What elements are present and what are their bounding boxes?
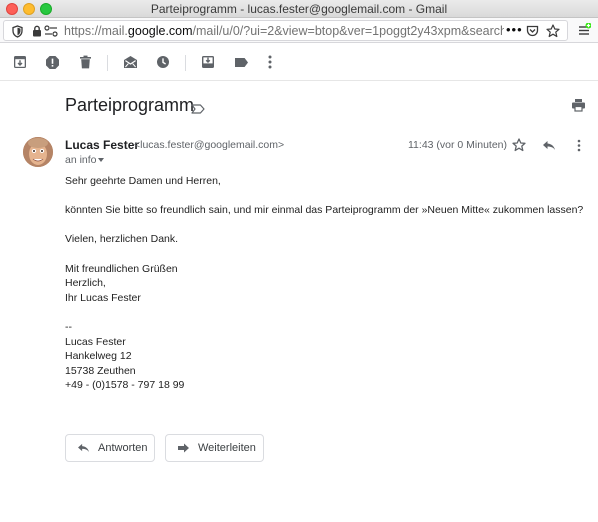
reply-icon[interactable]	[541, 137, 557, 153]
signature-line: Hankelweg 12	[65, 350, 132, 363]
reply-button[interactable]: Antworten	[65, 434, 155, 462]
archive-icon[interactable]	[11, 53, 29, 71]
body-blank-line	[65, 189, 583, 204]
body-line: Ihr Lucas Fester	[65, 291, 141, 304]
body-blank-line	[65, 218, 583, 233]
url-path: /mail/u/0/?ui=2&view=btop&ver=1poggt2y43…	[192, 24, 504, 38]
lock-icon[interactable]	[30, 24, 44, 38]
body-line: Sehr geehrte Damen und Herren,	[65, 175, 221, 187]
bookmark-star-icon[interactable]	[546, 24, 560, 38]
url-bar[interactable]: https://mail.google.com/mail/u/0/?ui=2&v…	[3, 20, 568, 41]
reply-icon	[76, 442, 90, 454]
more-options-icon[interactable]	[571, 137, 587, 153]
body-blank-line	[65, 305, 583, 320]
more-vert-icon[interactable]	[261, 53, 279, 71]
page-actions-more-icon[interactable]: •••	[506, 22, 523, 37]
sender-avatar[interactable]	[23, 137, 53, 167]
recipient-line[interactable]: an info	[65, 154, 97, 166]
message-time: 11:43 (vor 0 Minuten)	[408, 139, 508, 151]
url-prefix: https://mail.	[64, 24, 128, 38]
forward-icon	[176, 442, 190, 454]
signature-line: +49 - (0)1578 - 797 18 99	[65, 379, 185, 392]
star-icon[interactable]	[511, 137, 527, 153]
recipient-details-dropdown-icon[interactable]	[98, 158, 104, 162]
body-line: Vielen, herzlichen Dank.	[65, 233, 179, 246]
signature-line: 15738 Zeuthen	[65, 364, 136, 377]
forward-button[interactable]: Weiterleiten	[165, 434, 264, 462]
label-icon[interactable]	[232, 53, 250, 71]
pocket-icon[interactable]	[525, 24, 539, 38]
print-icon[interactable]	[571, 98, 587, 114]
body-blank-line	[65, 247, 583, 262]
importance-marker-icon[interactable]	[191, 101, 205, 114]
title-bar: Parteiprogramm - lucas.fester@googlemail…	[0, 0, 598, 18]
sender-name[interactable]: Lucas Fester	[65, 138, 139, 152]
body-line: Herzlich,	[65, 277, 106, 290]
toolbar-divider	[107, 55, 108, 71]
signature-separator: --	[65, 320, 72, 333]
forward-button-label: Weiterleiten	[198, 442, 256, 454]
browser-toolbar: https://mail.google.com/mail/u/0/?ui=2&v…	[0, 18, 598, 43]
permissions-icon[interactable]	[44, 24, 58, 38]
email-subject: Parteiprogramm	[65, 95, 195, 115]
message-body: Sehr geehrte Damen und Herren, könnten S…	[65, 174, 583, 393]
toolbar-divider	[185, 55, 186, 71]
sender-email: <lucas.fester@googlemail.com>	[134, 139, 285, 151]
move-to-inbox-icon[interactable]	[199, 53, 217, 71]
body-line: könnten Sie bitte so freundlich sain, un…	[65, 204, 584, 217]
reply-button-label: Antworten	[98, 442, 148, 454]
snooze-icon[interactable]	[154, 53, 172, 71]
delete-icon[interactable]	[76, 53, 94, 71]
shield-icon[interactable]	[10, 24, 24, 38]
url-text[interactable]: https://mail.google.com/mail/u/0/?ui=2&v…	[64, 24, 504, 38]
signature-line: Lucas Fester	[65, 335, 126, 348]
hamburger-menu-icon[interactable]	[577, 23, 591, 37]
url-domain: google.com	[127, 24, 193, 38]
mark-unread-icon[interactable]	[121, 53, 139, 71]
window-title: Parteiprogramm - lucas.fester@googlemail…	[150, 2, 448, 16]
report-spam-icon[interactable]	[43, 53, 61, 71]
message-action-bar	[0, 43, 598, 81]
browser-window: Parteiprogramm - lucas.fester@googlemail…	[0, 0, 598, 522]
body-line: Mit freundlichen Grüßen	[65, 262, 178, 275]
